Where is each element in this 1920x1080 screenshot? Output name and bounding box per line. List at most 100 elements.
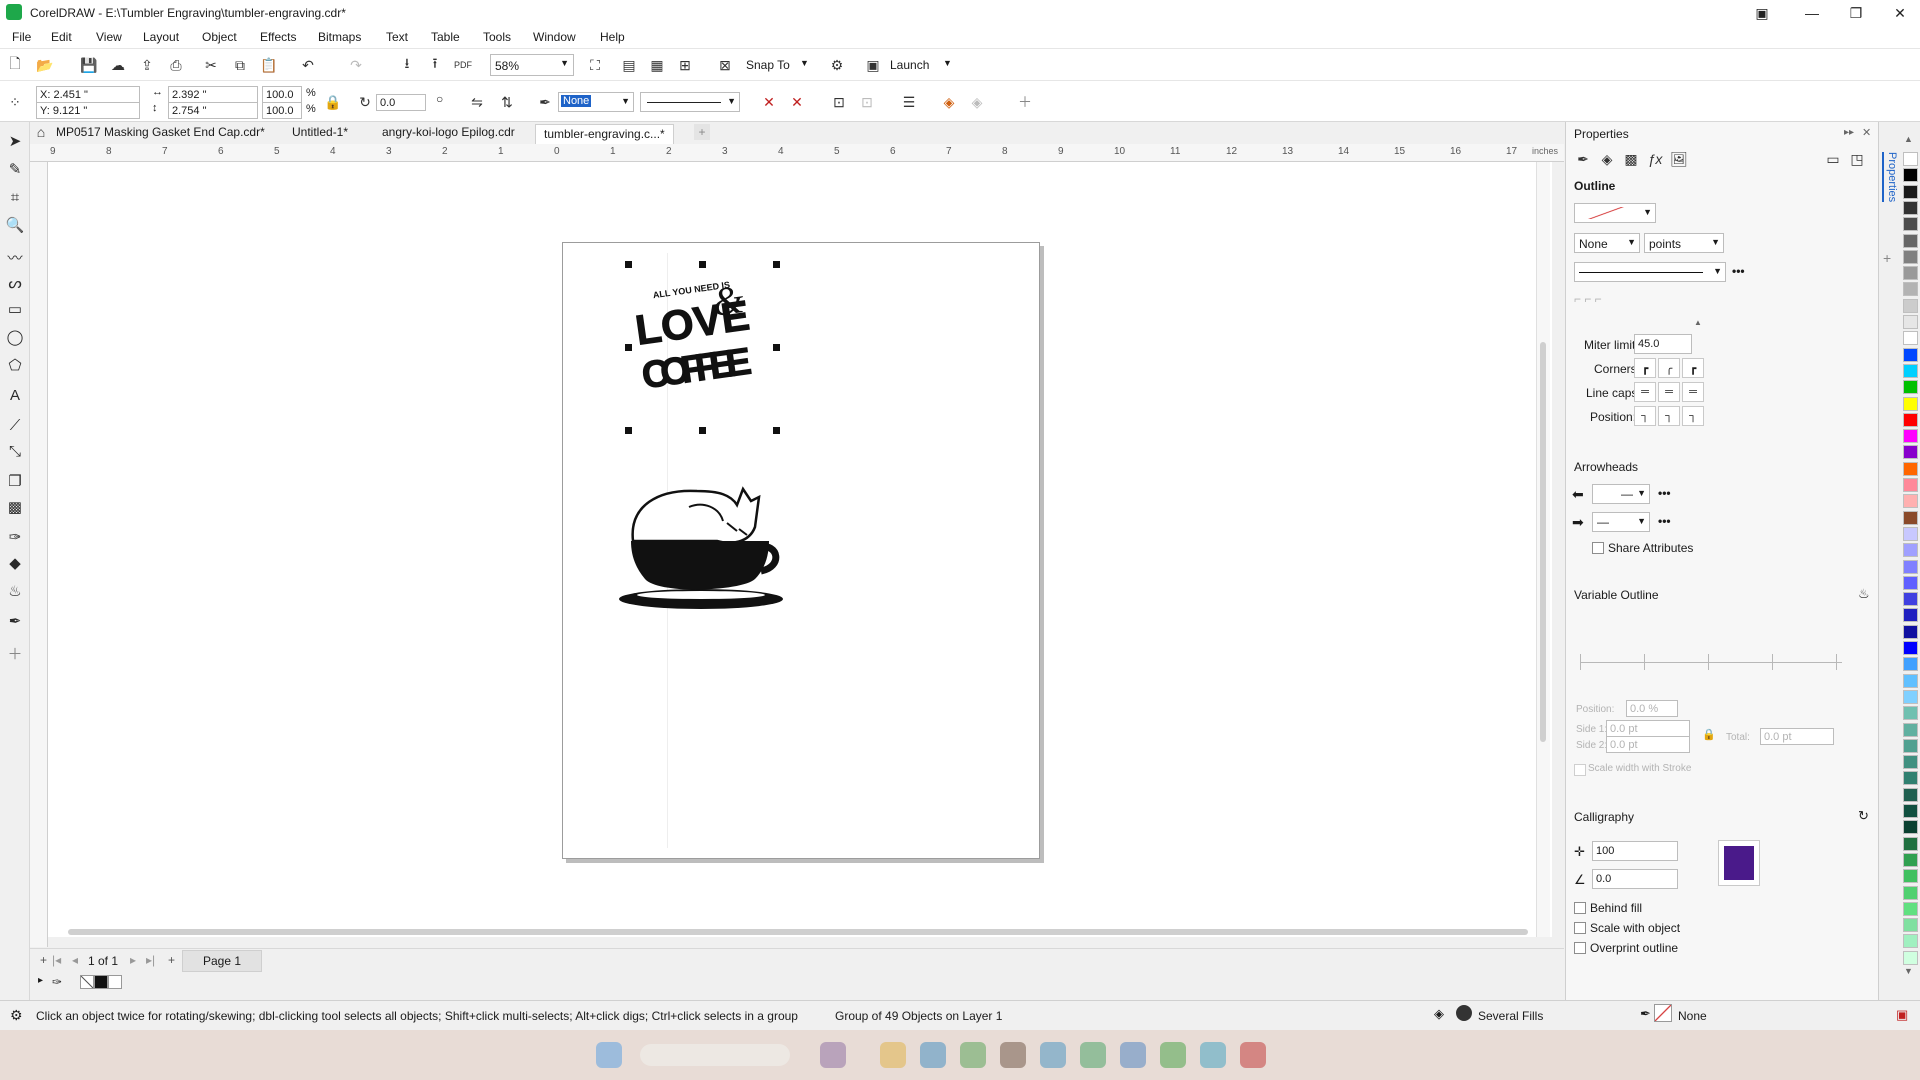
object-height-field[interactable]: 2.754 " — [168, 102, 258, 119]
outline-width-dropdown[interactable]: None ▼ — [1574, 233, 1640, 253]
smart-fill-icon[interactable]: ♨ — [4, 580, 26, 602]
palette-swatch[interactable] — [1903, 624, 1918, 639]
tab-untitled-1[interactable]: Untitled-1* — [284, 125, 356, 139]
palette-swatch[interactable] — [1903, 755, 1918, 770]
palette-swatch[interactable] — [1903, 510, 1918, 525]
palette-swatch[interactable] — [1903, 396, 1918, 411]
palette-scroll-down-icon[interactable]: ▼ — [1904, 966, 1913, 976]
black-swatch[interactable] — [94, 975, 108, 989]
show-rulers-icon[interactable]: ▤ — [618, 54, 640, 76]
connector-tool-icon[interactable]: ⤡ — [4, 440, 26, 462]
crop-tool-icon[interactable]: ⌗ — [4, 186, 26, 208]
color-eyedropper-icon[interactable]: ✑ — [4, 526, 26, 548]
start-arrow-options-icon[interactable]: ••• — [1658, 486, 1671, 500]
calligraphy-angle-field[interactable]: 0.0 — [1592, 869, 1678, 889]
line-style-dropdown[interactable]: ▼ — [640, 92, 740, 112]
group-icon[interactable]: ⊡ — [828, 91, 850, 113]
add-icon[interactable]: ＋ — [1014, 91, 1036, 113]
cap-butt-button[interactable]: ═ — [1634, 382, 1656, 402]
transparency-icon[interactable]: ▩ — [4, 496, 26, 518]
transparency-tab-icon[interactable]: ▩ — [1620, 148, 1642, 170]
taskbar-app-icon[interactable] — [1200, 1042, 1226, 1068]
x-position-field[interactable]: X: 2.451 " — [36, 86, 140, 103]
palette-swatch[interactable] — [1903, 217, 1918, 232]
palette-swatch[interactable] — [1903, 657, 1918, 672]
stroke-options-icon[interactable]: ⌐ ⌐ ⌐ — [1574, 292, 1602, 306]
collapse-docker-icon[interactable]: ▸▸ — [1844, 127, 1854, 138]
total-field[interactable]: 0.0 pt — [1760, 728, 1834, 745]
palette-swatch[interactable] — [1903, 429, 1918, 444]
menu-view[interactable]: View — [96, 30, 122, 44]
scale-width-stroke-checkbox[interactable] — [1574, 764, 1586, 776]
cloud-save-icon[interactable]: ☁ — [107, 54, 129, 76]
interactive-fill-icon[interactable]: ◆ — [4, 552, 26, 574]
chevron-down-icon[interactable]: ▼ — [943, 58, 952, 68]
add-page-icon[interactable]: + — [40, 953, 47, 967]
collapse-arrow-icon[interactable]: ▲ — [1694, 318, 1702, 327]
corner-miter-button[interactable]: ┏ — [1634, 358, 1656, 378]
selection-handle[interactable] — [773, 261, 780, 268]
open-icon[interactable]: 📂 — [34, 54, 56, 76]
palette-swatch[interactable] — [1903, 836, 1918, 851]
horizontal-ruler[interactable]: 9 8 7 6 5 4 3 2 1 0 1 2 3 4 5 6 7 8 9 10 11 12 13 14 15 16 17 inch… — [30, 144, 1564, 162]
snap-off-icon[interactable]: ⊠ — [714, 54, 736, 76]
palette-swatch[interactable] — [1903, 331, 1918, 346]
scale-with-object-checkbox[interactable] — [1574, 922, 1586, 934]
outline-color-dropdown[interactable]: ▼ — [1574, 203, 1656, 223]
menu-table[interactable]: Table — [431, 30, 460, 44]
palette-swatch[interactable] — [1903, 152, 1918, 166]
fill-indicator-icon[interactable]: ◈ — [1434, 1006, 1444, 1022]
palette-swatch[interactable] — [1903, 315, 1918, 329]
scale-height-field[interactable]: 100.0 — [262, 102, 302, 119]
palette-swatch[interactable] — [1903, 722, 1918, 737]
palette-swatch[interactable] — [1903, 200, 1918, 215]
document-page[interactable]: ALL YOU NEED IS LOVE & COFFEE — [562, 242, 1040, 859]
love-coffee-logo[interactable]: ALL YOU NEED IS LOVE & COFFEE — [629, 271, 759, 401]
menu-window[interactable]: Window — [533, 30, 576, 44]
taskbar-app-icon[interactable] — [880, 1042, 906, 1068]
wrap-text-icon[interactable]: ☰ — [898, 91, 920, 113]
corner-round-button[interactable]: ╭ — [1658, 358, 1680, 378]
status-settings-gear-icon[interactable]: ⚙ — [10, 1007, 23, 1024]
palette-swatch[interactable] — [1903, 168, 1918, 183]
menu-bitmaps[interactable]: Bitmaps — [318, 30, 361, 44]
selection-handle[interactable] — [699, 261, 706, 268]
cap-square-button[interactable]: ═ — [1682, 382, 1704, 402]
position-inside-button[interactable]: ┐ — [1682, 406, 1704, 426]
taskbar-app-icon[interactable] — [820, 1042, 846, 1068]
palette-swatch[interactable] — [1903, 543, 1918, 558]
to-back-icon[interactable]: ◈ — [966, 91, 988, 113]
options-gear-icon[interactable]: ⚙ — [826, 54, 848, 76]
variable-outline-tool-icon[interactable]: ♨ — [1858, 586, 1870, 602]
taskbar-app-icon[interactable] — [1080, 1042, 1106, 1068]
snap-to-dropdown[interactable]: Snap To — [746, 58, 790, 72]
close-button[interactable]: ✕ — [1878, 0, 1920, 26]
bitmap-tab-icon[interactable]: 🖼 — [1668, 148, 1690, 170]
freehand-tool-icon[interactable]: 〰 — [4, 246, 26, 268]
palette-swatch[interactable] — [1903, 641, 1918, 655]
menu-object[interactable]: Object — [202, 30, 237, 44]
taskbar-search-box[interactable] — [640, 1044, 790, 1066]
chevron-down-icon[interactable]: ▼ — [800, 58, 809, 68]
object-width-field[interactable]: 2.392 " — [168, 86, 258, 103]
palette-swatch[interactable] — [1903, 249, 1918, 264]
outline-width-dropdown[interactable]: None ▼ — [558, 92, 634, 112]
outline-pen-icon[interactable]: ✒ — [534, 91, 556, 113]
palette-swatch[interactable] — [1903, 526, 1918, 541]
show-grid-icon[interactable]: ▦ — [646, 54, 668, 76]
print-icon[interactable]: ⎙ — [165, 54, 187, 76]
text-tool-icon[interactable]: A — [4, 384, 26, 406]
lock-sides-icon[interactable]: 🔒 — [1702, 728, 1716, 741]
palette-swatch[interactable] — [1903, 282, 1918, 297]
first-page-icon[interactable]: |◂ — [52, 953, 61, 967]
variable-outline-track[interactable] — [1580, 662, 1842, 663]
mirror-vertical-icon[interactable]: ⇅ — [496, 91, 518, 113]
selection-handle[interactable] — [625, 344, 632, 351]
taskbar-app-icon[interactable] — [920, 1042, 946, 1068]
palette-swatch[interactable] — [1903, 950, 1918, 965]
behind-fill-checkbox[interactable] — [1574, 902, 1586, 914]
full-screen-icon[interactable]: ⛶ — [584, 54, 606, 76]
selection-handle[interactable] — [625, 427, 632, 434]
taskbar-app-icon[interactable] — [960, 1042, 986, 1068]
menu-text[interactable]: Text — [386, 30, 408, 44]
